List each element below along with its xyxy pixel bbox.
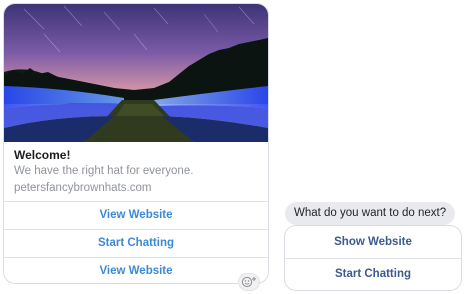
quick-reply-prompt-bubble: What do you want to do next? (285, 202, 456, 225)
add-reaction-icon (241, 276, 256, 288)
quick-reply-buttons: Show Website Start Chatting (284, 225, 462, 291)
quick-reply-show-website[interactable]: Show Website (285, 226, 461, 258)
add-reaction-button[interactable] (238, 273, 260, 291)
generic-template-card: Welcome! We have the right hat for every… (3, 3, 269, 284)
card-domain: petersfancybrownhats.com (14, 182, 152, 194)
messenger-stage: Welcome! We have the right hat for every… (0, 0, 466, 294)
card-body: Welcome! We have the right hat for every… (4, 142, 268, 201)
quick-reply-start-chatting[interactable]: Start Chatting (285, 258, 461, 290)
card-subtitle: We have the right hat for everyone. (14, 165, 194, 177)
card-title: Welcome! (14, 148, 71, 162)
card-button-view-website[interactable]: View Website (4, 201, 268, 229)
card-button-view-website-2[interactable]: View Website (4, 257, 268, 283)
card-button-start-chatting[interactable]: Start Chatting (4, 229, 268, 257)
card-hero-image (4, 4, 268, 142)
